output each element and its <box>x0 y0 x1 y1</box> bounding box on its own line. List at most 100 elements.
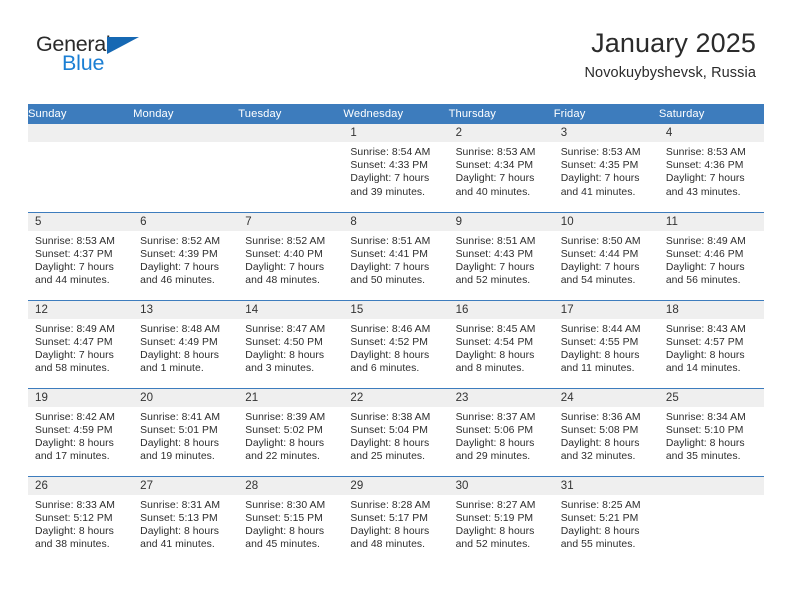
day-number: 1 <box>343 124 449 142</box>
sunset-time: Sunset: 5:21 PM <box>560 512 639 524</box>
day-cell-inner: 3 Sunrise: 8:53 AM Sunset: 4:35 PM Daylight… <box>553 124 659 212</box>
daylight-duration-line1: Daylight: 8 hours <box>560 349 640 361</box>
calendar-day-cell[interactable]: 19 Sunrise: 8:42 AM Sunset: 4:59 PM Dayligh… <box>28 387 134 476</box>
day-number: 18 <box>658 300 764 319</box>
calendar-week-row: 12 Sunrise: 8:49 AM Sunset: 4:47 PM Dayligh… <box>28 299 764 388</box>
sunset-time: Sunset: 4:57 PM <box>665 336 744 348</box>
sunrise-time: Sunrise: 8:44 AM <box>560 323 641 335</box>
sunset-time: Sunset: 5:15 PM <box>245 512 323 524</box>
sunrise-time: Sunrise: 8:49 AM <box>665 235 746 247</box>
day-number: 13 <box>133 300 239 319</box>
sunset-time: Sunset: 4:33 PM <box>350 160 428 172</box>
day-cell-inner: 11 Sunrise: 8:49 AM Sunset: 4:46 PM Dayligh… <box>658 212 764 300</box>
day-number <box>238 124 344 142</box>
calendar-day-cell[interactable]: 27 Sunrise: 8:31 AM Sunset: 5:13 PM Dayligh… <box>133 475 239 564</box>
calendar-page: General Blue January 2025 Novokuybyshevs… <box>0 0 792 612</box>
day-number: 20 <box>133 388 239 407</box>
daylight-duration-line1: Daylight: 7 hours <box>35 349 114 361</box>
calendar-day-cell[interactable]: 22 Sunrise: 8:38 AM Sunset: 5:04 PM Dayligh… <box>343 387 449 476</box>
calendar-day-cell[interactable]: 16 Sunrise: 8:45 AM Sunset: 4:54 PM Dayligh… <box>448 299 554 388</box>
calendar-day-cell[interactable]: 4 Sunrise: 8:53 AM Sunset: 4:36 PM Daylight… <box>658 124 764 212</box>
calendar-day-cell[interactable]: 25 Sunrise: 8:34 AM Sunset: 5:10 PM Dayligh… <box>658 387 764 476</box>
day-cell-inner: 5 Sunrise: 8:53 AM Sunset: 4:37 PM Daylight… <box>28 212 134 300</box>
calendar-day-cell[interactable]: 15 Sunrise: 8:46 AM Sunset: 4:52 PM Dayligh… <box>343 299 449 388</box>
day-cell-details: Sunrise: 8:38 AM Sunset: 5:04 PM Daylight:… <box>343 407 448 464</box>
day-cell-details: Sunrise: 8:46 AM Sunset: 4:52 PM Daylight:… <box>343 319 448 376</box>
sunrise-time: Sunrise: 8:49 AM <box>35 323 115 335</box>
daylight-duration-line2: and 29 minutes. <box>455 451 531 463</box>
day-cell-details: Sunrise: 8:45 AM Sunset: 4:54 PM Daylight:… <box>449 319 554 376</box>
calendar-day-cell[interactable]: 26 Sunrise: 8:33 AM Sunset: 5:12 PM Dayligh… <box>28 475 134 564</box>
sunset-time: Sunset: 5:04 PM <box>350 424 428 436</box>
day-cell-details: Sunrise: 8:39 AM Sunset: 5:02 PM Daylight:… <box>238 407 343 464</box>
sunrise-time: Sunrise: 8:39 AM <box>245 411 326 423</box>
sunset-time: Sunset: 5:08 PM <box>560 424 639 436</box>
daylight-duration-line2: and 43 minutes. <box>665 186 741 198</box>
calendar-day-cell[interactable]: 5 Sunrise: 8:53 AM Sunset: 4:37 PM Daylight… <box>28 211 134 300</box>
calendar-day-cell[interactable]: 28 Sunrise: 8:30 AM Sunset: 5:15 PM Dayligh… <box>238 475 344 564</box>
day-number: 25 <box>658 388 764 407</box>
daylight-duration-line2: and 55 minutes. <box>560 539 636 551</box>
day-number: 30 <box>448 476 554 495</box>
daylight-duration-line2: and 22 minutes. <box>245 451 320 463</box>
calendar-week-row: 26 Sunrise: 8:33 AM Sunset: 5:12 PM Dayligh… <box>28 475 764 564</box>
daylight-duration-line1: Daylight: 7 hours <box>455 173 535 185</box>
calendar-day-cell[interactable]: 23 Sunrise: 8:37 AM Sunset: 5:06 PM Dayligh… <box>448 387 554 476</box>
calendar-day-cell[interactable]: 11 Sunrise: 8:49 AM Sunset: 4:46 PM Dayligh… <box>658 211 764 300</box>
weekday-header-saturday: Saturday <box>658 104 764 124</box>
generalblue-logo: General Blue <box>36 33 186 82</box>
sunset-time: Sunset: 4:37 PM <box>35 248 113 260</box>
calendar-day-cell[interactable]: 20 Sunrise: 8:41 AM Sunset: 5:01 PM Dayligh… <box>133 387 239 476</box>
calendar-day-cell[interactable]: 31 Sunrise: 8:25 AM Sunset: 5:21 PM Dayligh… <box>553 475 659 564</box>
day-number: 19 <box>28 388 134 407</box>
calendar-day-cell[interactable]: 24 Sunrise: 8:36 AM Sunset: 5:08 PM Dayligh… <box>553 387 659 476</box>
day-number: 14 <box>238 300 344 319</box>
calendar-day-cell[interactable]: 14 Sunrise: 8:47 AM Sunset: 4:50 PM Dayligh… <box>238 299 344 388</box>
calendar-day-cell[interactable]: 9 Sunrise: 8:51 AM Sunset: 4:43 PM Daylight… <box>448 211 554 300</box>
day-cell-inner: 22 Sunrise: 8:38 AM Sunset: 5:04 PM Dayligh… <box>343 388 449 476</box>
calendar-day-cell[interactable]: 6 Sunrise: 8:52 AM Sunset: 4:39 PM Daylight… <box>133 211 239 300</box>
day-cell-details: Sunrise: 8:41 AM Sunset: 5:01 PM Daylight:… <box>133 407 238 464</box>
calendar-day-cell[interactable]: 29 Sunrise: 8:28 AM Sunset: 5:17 PM Dayligh… <box>343 475 449 564</box>
calendar-day-cell[interactable]: 17 Sunrise: 8:44 AM Sunset: 4:55 PM Dayligh… <box>553 299 659 388</box>
logo-triangle-icon <box>107 37 139 54</box>
day-cell-inner: 21 Sunrise: 8:39 AM Sunset: 5:02 PM Dayligh… <box>238 388 344 476</box>
logo-text-blue: Blue <box>62 50 105 75</box>
sunset-time: Sunset: 4:54 PM <box>455 336 534 348</box>
weekday-header-monday: Monday <box>133 104 239 124</box>
daylight-duration-line2: and 41 minutes. <box>140 539 215 551</box>
sunrise-time: Sunrise: 8:50 AM <box>560 235 641 247</box>
calendar-day-cell[interactable]: 1 Sunrise: 8:54 AM Sunset: 4:33 PM Daylight… <box>343 124 449 212</box>
calendar-day-cell[interactable]: 13 Sunrise: 8:48 AM Sunset: 4:49 PM Dayligh… <box>133 299 239 388</box>
weekday-header-row: Sunday Monday Tuesday Wednesday Thursday Frid… <box>28 104 764 124</box>
calendar-day-cell-empty <box>133 124 239 212</box>
sunset-time: Sunset: 4:34 PM <box>455 160 534 172</box>
calendar-day-cell[interactable]: 21 Sunrise: 8:39 AM Sunset: 5:02 PM Dayligh… <box>238 387 344 476</box>
daylight-duration-line2: and 45 minutes. <box>245 539 320 551</box>
calendar-day-cell[interactable]: 2 Sunrise: 8:53 AM Sunset: 4:34 PM Daylight… <box>448 124 554 212</box>
sunrise-time: Sunrise: 8:36 AM <box>560 411 641 423</box>
sunrise-time: Sunrise: 8:46 AM <box>350 323 431 335</box>
calendar-day-cell[interactable]: 3 Sunrise: 8:53 AM Sunset: 4:35 PM Daylight… <box>553 124 659 212</box>
sunrise-time: Sunrise: 8:27 AM <box>455 499 536 511</box>
day-cell-inner: 13 Sunrise: 8:48 AM Sunset: 4:49 PM Dayligh… <box>133 300 239 388</box>
day-number: 11 <box>658 212 764 231</box>
daylight-duration-line1: Daylight: 8 hours <box>140 437 219 449</box>
daylight-duration-line1: Daylight: 8 hours <box>455 437 535 449</box>
calendar-day-cell[interactable]: 8 Sunrise: 8:51 AM Sunset: 4:41 PM Daylight… <box>343 211 449 300</box>
daylight-duration-line1: Daylight: 8 hours <box>560 525 640 537</box>
calendar-day-cell[interactable]: 10 Sunrise: 8:50 AM Sunset: 4:44 PM Dayligh… <box>553 211 659 300</box>
daylight-duration-line2: and 6 minutes. <box>350 363 420 375</box>
day-cell-details: Sunrise: 8:49 AM Sunset: 4:46 PM Daylight:… <box>659 231 764 288</box>
calendar-day-cell[interactable]: 18 Sunrise: 8:43 AM Sunset: 4:57 PM Dayligh… <box>658 299 764 388</box>
sunset-time: Sunset: 4:50 PM <box>245 336 323 348</box>
calendar-day-cell[interactable]: 12 Sunrise: 8:49 AM Sunset: 4:47 PM Dayligh… <box>28 299 134 388</box>
day-cell-details: Sunrise: 8:30 AM Sunset: 5:15 PM Daylight:… <box>238 495 343 552</box>
day-cell-details: Sunrise: 8:33 AM Sunset: 5:12 PM Daylight:… <box>28 495 133 552</box>
daylight-duration-line1: Daylight: 7 hours <box>665 261 745 273</box>
day-cell-details: Sunrise: 8:28 AM Sunset: 5:17 PM Daylight:… <box>343 495 448 552</box>
calendar-day-cell[interactable]: 30 Sunrise: 8:27 AM Sunset: 5:19 PM Dayligh… <box>448 475 554 564</box>
day-cell-details: Sunrise: 8:54 AM Sunset: 4:33 PM Daylight:… <box>343 142 448 199</box>
sunrise-time: Sunrise: 8:25 AM <box>560 499 641 511</box>
calendar-day-cell[interactable]: 7 Sunrise: 8:52 AM Sunset: 4:40 PM Daylight… <box>238 211 344 300</box>
